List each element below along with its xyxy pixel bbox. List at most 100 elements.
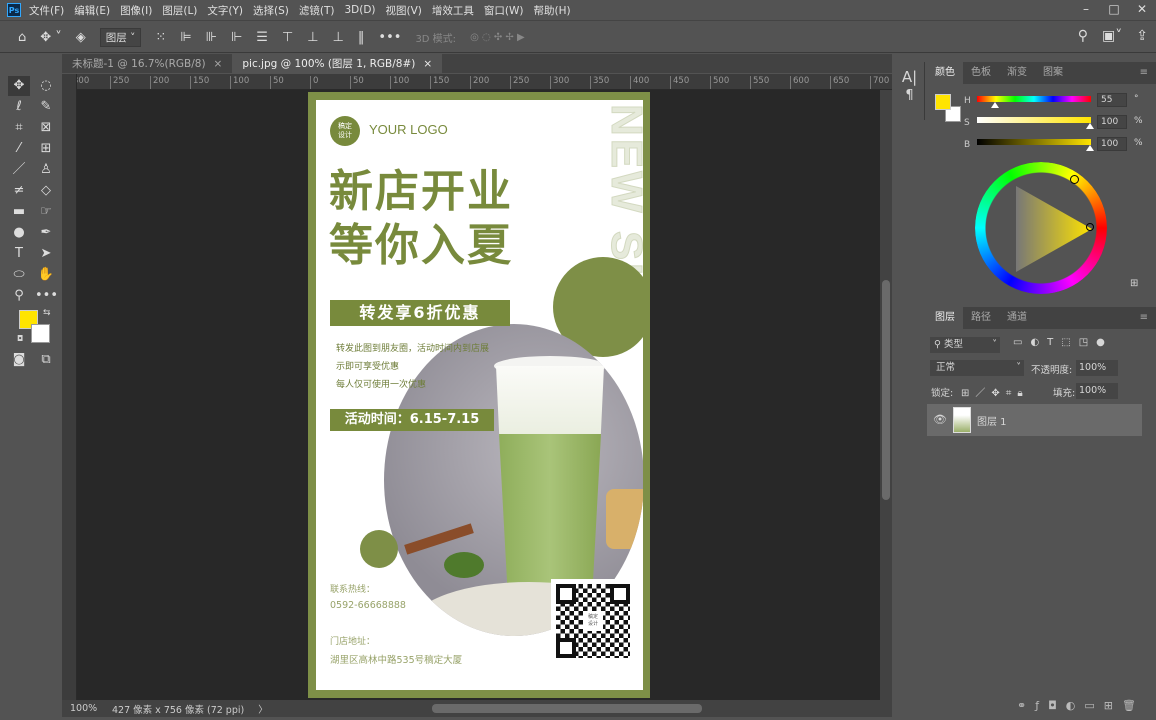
- maximize-button[interactable]: □: [1100, 0, 1128, 18]
- hand-tool-icon[interactable]: ✋: [35, 265, 57, 285]
- menu-type[interactable]: 文字(Y): [207, 3, 243, 18]
- more-options-icon[interactable]: •••: [378, 30, 401, 45]
- hue-slider-handle[interactable]: [991, 102, 999, 108]
- stamp-tool-icon[interactable]: ♙: [35, 160, 57, 180]
- home-icon[interactable]: ⌂: [18, 30, 26, 45]
- dodge-tool-icon[interactable]: ●: [8, 223, 30, 243]
- menu-help[interactable]: 帮助(H): [534, 3, 571, 18]
- layer-actions-icons[interactable]: ⚭ƒ◘◐▭⊞🗑︎: [1017, 699, 1145, 712]
- align-top-icon[interactable]: ⊤: [282, 30, 293, 45]
- menu-3d[interactable]: 3D(D): [344, 4, 375, 16]
- layer-row[interactable]: 👁︎ 图层 1: [927, 404, 1142, 436]
- tab-patterns[interactable]: 图案: [1035, 62, 1071, 84]
- menu-plugins[interactable]: 增效工具: [432, 3, 474, 18]
- share-icon[interactable]: ⇪: [1136, 28, 1148, 44]
- lasso-tool-icon[interactable]: ℓ: [8, 97, 30, 117]
- lock-icons[interactable]: ⊞／✥⌗🔒︎: [961, 384, 1029, 399]
- layer-name[interactable]: 图层 1: [977, 413, 1007, 428]
- more-tools-icon[interactable]: •••: [35, 286, 58, 306]
- saturation-slider-handle[interactable]: [1086, 123, 1094, 129]
- marquee-tool-icon[interactable]: ◌: [35, 76, 57, 96]
- close-tab-icon[interactable]: ×: [214, 58, 223, 70]
- tab-layers[interactable]: 图层: [927, 307, 963, 329]
- minimize-button[interactable]: –: [1072, 0, 1100, 18]
- zoom-tool-icon[interactable]: ⚲: [8, 286, 30, 306]
- ellipse-tool-icon[interactable]: ⬭: [8, 265, 30, 285]
- gradient-tool-icon[interactable]: ▬: [8, 202, 30, 222]
- menu-filter[interactable]: 滤镜(T): [299, 3, 335, 18]
- align-left-icon[interactable]: ⊫: [180, 30, 191, 45]
- paragraph-panel-icon[interactable]: ¶: [895, 88, 924, 103]
- foreground-color-chip[interactable]: [935, 94, 951, 110]
- menu-file[interactable]: 文件(F): [29, 3, 64, 18]
- layer-filter-dropdown[interactable]: ⚲ 类型 ˅: [930, 337, 1000, 353]
- visibility-eye-icon[interactable]: 👁︎: [933, 413, 947, 426]
- tab-color[interactable]: 颜色: [927, 62, 963, 84]
- hue-ring-marker[interactable]: [1070, 175, 1079, 184]
- type-tool-icon[interactable]: T: [8, 244, 30, 264]
- distribute-icon[interactable]: ☰: [256, 30, 268, 45]
- brightness-slider-handle[interactable]: [1086, 145, 1094, 151]
- fill-input[interactable]: 100%: [1076, 383, 1118, 399]
- default-colors-icon[interactable]: ◘: [17, 334, 23, 343]
- menu-window[interactable]: 窗口(W): [484, 3, 524, 18]
- menu-view[interactable]: 视图(V): [386, 3, 422, 18]
- menu-layer[interactable]: 图层(L): [162, 3, 197, 18]
- status-menu-arrow[interactable]: 〉: [258, 702, 268, 716]
- color-picker-marker[interactable]: [1086, 223, 1094, 231]
- zoom-level[interactable]: 100%: [70, 703, 112, 714]
- align-center-icon[interactable]: ⊪: [206, 30, 217, 45]
- swap-colors-icon[interactable]: ⇆: [43, 308, 51, 318]
- menu-image[interactable]: 图像(I): [120, 3, 152, 18]
- smudge-tool-icon[interactable]: ☞: [35, 202, 57, 222]
- character-panel-icon[interactable]: A|: [895, 68, 924, 86]
- close-tab-icon[interactable]: ×: [423, 58, 432, 70]
- distribute-vertical-icon[interactable]: ‖: [358, 30, 365, 45]
- menu-edit[interactable]: 编辑(E): [74, 3, 110, 18]
- search-icon[interactable]: ⚲: [1078, 28, 1088, 44]
- saturation-slider[interactable]: [977, 117, 1091, 123]
- brush-tool-icon[interactable]: ／: [8, 160, 30, 180]
- eyedropper-tool-icon[interactable]: ⁄: [8, 139, 30, 159]
- saturation-input[interactable]: 100: [1097, 115, 1127, 129]
- pen-tool-icon[interactable]: ✒: [35, 223, 57, 243]
- align-bottom-icon[interactable]: ⊥: [333, 30, 344, 45]
- vertical-scrollbar[interactable]: [880, 90, 892, 700]
- move-tool-icon[interactable]: ✥: [8, 76, 30, 96]
- tab-swatches[interactable]: 色板: [963, 62, 999, 84]
- quick-mask-icon[interactable]: ◙: [8, 350, 30, 370]
- auto-select-target-dropdown[interactable]: 图层 ˅: [99, 27, 142, 47]
- auto-select-icon[interactable]: ◈: [76, 30, 86, 45]
- path-select-icon[interactable]: ➤: [35, 244, 57, 264]
- tab-paths[interactable]: 路径: [963, 307, 999, 329]
- layer-filter-icons[interactable]: ▭◐T⬚◳●: [1013, 337, 1113, 348]
- history-brush-icon[interactable]: ≠: [8, 181, 30, 201]
- blend-mode-dropdown[interactable]: 正常 ˅: [930, 360, 1024, 376]
- brightness-slider[interactable]: [977, 139, 1091, 145]
- align-middle-icon[interactable]: ⊥: [307, 30, 318, 45]
- panel-menu-icon[interactable]: ≡: [1132, 62, 1156, 84]
- close-button[interactable]: ✕: [1128, 0, 1156, 18]
- tab-untitled[interactable]: 未标题-1 @ 16.7%(RGB/8) ×: [62, 54, 232, 73]
- tab-gradients[interactable]: 渐变: [999, 62, 1035, 84]
- tab-pic-jpg[interactable]: pic.jpg @ 100% (图层 1, RGB/8#) ×: [232, 54, 443, 73]
- move-tool-icon[interactable]: ✥ ˅: [40, 30, 62, 45]
- canvas-area[interactable]: 稿定 设计 YOUR LOGO NEW SUM 新店开业 等你入夏 转发享6折优…: [77, 90, 880, 700]
- panel-menu-icon[interactable]: ≡: [1132, 307, 1156, 329]
- horizontal-scrollbar[interactable]: [432, 704, 702, 713]
- opacity-input[interactable]: 100%: [1076, 360, 1118, 376]
- align-right-icon[interactable]: ⊩: [231, 30, 242, 45]
- background-color-swatch[interactable]: [31, 324, 50, 343]
- workspace-icon[interactable]: ▣˅: [1102, 28, 1122, 44]
- brightness-input[interactable]: 100: [1097, 137, 1127, 151]
- quick-select-tool-icon[interactable]: ✎: [35, 97, 57, 117]
- tab-channels[interactable]: 通道: [999, 307, 1035, 329]
- crop-tool-icon[interactable]: ⌗: [8, 118, 30, 138]
- menu-select[interactable]: 选择(S): [253, 3, 289, 18]
- eraser-tool-icon[interactable]: ◇: [35, 181, 57, 201]
- add-swatch-icon[interactable]: ⊞: [1130, 278, 1138, 289]
- transform-controls-icon[interactable]: ⁙: [155, 30, 166, 45]
- patch-tool-icon[interactable]: ⊞: [35, 139, 57, 159]
- scrollbar-thumb[interactable]: [882, 280, 890, 500]
- hue-input[interactable]: 55: [1097, 93, 1127, 107]
